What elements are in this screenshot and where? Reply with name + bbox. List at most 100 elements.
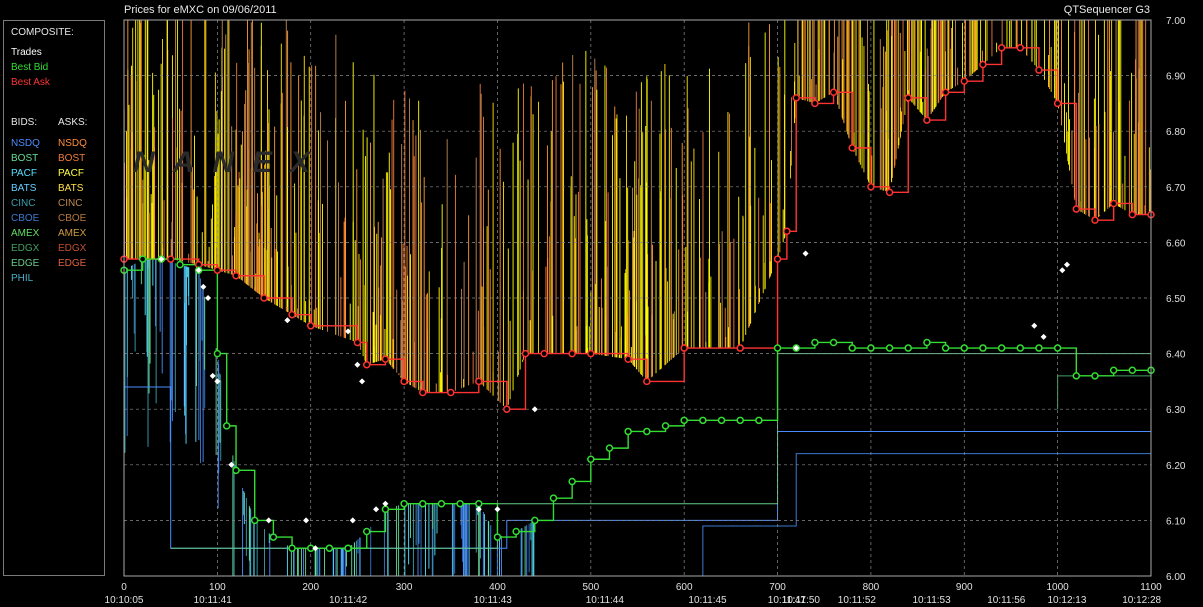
best-bid-point (475, 499, 483, 508)
best-ask-point (288, 310, 296, 319)
best-bid-point (288, 544, 296, 552)
legend-bid-item: CINC (11, 198, 36, 209)
best-bid-point (643, 427, 651, 436)
trade-point (354, 361, 361, 368)
trade-point (531, 406, 538, 413)
legend-ask-item: BOST (58, 153, 86, 164)
y-tick-label: 6.10 (1166, 516, 1186, 527)
best-bid-point (138, 255, 147, 263)
best-bid-point (456, 499, 464, 508)
x-tick-label: 600 (676, 582, 693, 593)
time-label: 10:12:13 (1048, 595, 1087, 606)
best-bid-point (213, 349, 222, 358)
trade-point (303, 517, 310, 524)
best-bid-point (549, 494, 558, 502)
best-bid-point (325, 544, 334, 552)
best-bid-point (381, 505, 390, 514)
best-bid-point (493, 533, 502, 541)
y-tick-label: 6.50 (1166, 294, 1186, 305)
bid-step-line (170, 353, 1151, 549)
best-bid-point (885, 344, 894, 352)
time-label: 10:11:45 (688, 595, 727, 606)
best-ask-point (1072, 205, 1081, 213)
y-tick-label: 6.00 (1166, 572, 1186, 583)
legend-bid-item: BATS (11, 183, 37, 194)
best-ask-point (941, 88, 950, 97)
legend-bid-item: CBOE (11, 213, 40, 224)
best-ask-point (306, 322, 315, 330)
best-ask-point (1016, 44, 1025, 52)
best-ask-point (979, 60, 987, 69)
trade-point (1040, 333, 1047, 340)
best-bid-point (419, 499, 427, 508)
best-bid-point (699, 416, 707, 425)
best-bid-point (811, 338, 819, 347)
trade-point (1063, 261, 1070, 268)
y-tick-label: 6.40 (1166, 350, 1186, 361)
legend-composite-item: Trades (11, 47, 42, 58)
best-bid-point (1035, 344, 1043, 352)
trade-point (1059, 267, 1066, 274)
legend-panel: COMPOSITE: Trades Best Bid Best Ask BIDS: ASK… (3, 20, 105, 576)
best-bid-point (512, 527, 520, 536)
best-ask-point (447, 388, 455, 397)
trade-point (205, 295, 212, 301)
best-bid-point (269, 533, 278, 541)
time-label: 10:11:41 (194, 595, 233, 606)
x-tick-label: 300 (396, 582, 413, 593)
trade-point (359, 378, 366, 385)
x-tick-label: 1100 (1140, 582, 1162, 593)
axes: 6.00 6.10 6.20 6.30 6.40 6.50 6.60 6.70 6.80 6.90… (105, 16, 1186, 606)
best-bid-point (344, 544, 352, 552)
legend-bid-item: AMEX (11, 228, 40, 239)
trade-point (209, 372, 216, 379)
trade-point (373, 506, 380, 513)
best-bid-point (568, 477, 576, 486)
best-ask-point (166, 255, 175, 263)
trade-point (228, 461, 235, 468)
best-ask-point (568, 349, 576, 358)
time-label: 10:12:28 (1122, 595, 1161, 606)
trade-point (214, 378, 221, 385)
best-ask-point (624, 355, 632, 363)
best-bid-point (997, 344, 1006, 352)
best-ask-point (773, 255, 782, 263)
best-ask-point (362, 360, 371, 369)
best-ask-point (353, 338, 362, 347)
best-ask-point (848, 144, 856, 152)
best-bid-point (680, 416, 688, 425)
legend-bid-item: EDGE (11, 258, 40, 269)
best-ask-point (792, 94, 800, 102)
bid-quote-lines (124, 259, 1151, 576)
best-ask-line (124, 47, 1151, 410)
legend-composite-item: Best Ask (11, 77, 50, 88)
x-tick-label: 100 (209, 582, 226, 593)
best-bid-point (587, 455, 595, 463)
best-bid-point (661, 422, 670, 430)
best-ask-point (1109, 199, 1118, 208)
time-label: 10:11:53 (913, 595, 952, 606)
trade-point (382, 500, 389, 507)
best-ask-point (587, 349, 595, 358)
best-bid-point (829, 338, 838, 347)
bid-step-line (1057, 375, 1151, 410)
best-bid-point (923, 338, 931, 347)
trade-point (265, 517, 272, 524)
legend-composite-title: COMPOSITE: (11, 27, 74, 38)
best-bid-point (960, 344, 969, 352)
best-ask-point (997, 44, 1006, 52)
best-ask-point (960, 77, 969, 85)
best-ask-point (503, 405, 511, 413)
best-bid-point (867, 344, 875, 352)
time-label: 10:11:50 (782, 595, 821, 606)
time-label: 10:11:42 (329, 595, 368, 606)
x-tick-label: 0 (121, 582, 127, 593)
best-bid-point (941, 344, 950, 352)
best-bid-point (624, 427, 632, 436)
best-ask-point (475, 377, 483, 386)
best-bid-point (848, 344, 856, 352)
x-tick-label: 700 (769, 582, 786, 593)
price-chart: 6.00 6.10 6.20 6.30 6.40 6.50 6.60 6.70 6.80 6.90… (105, 16, 1186, 606)
best-ask-point (736, 344, 744, 352)
legend-ask-item: EDGX (58, 243, 87, 254)
